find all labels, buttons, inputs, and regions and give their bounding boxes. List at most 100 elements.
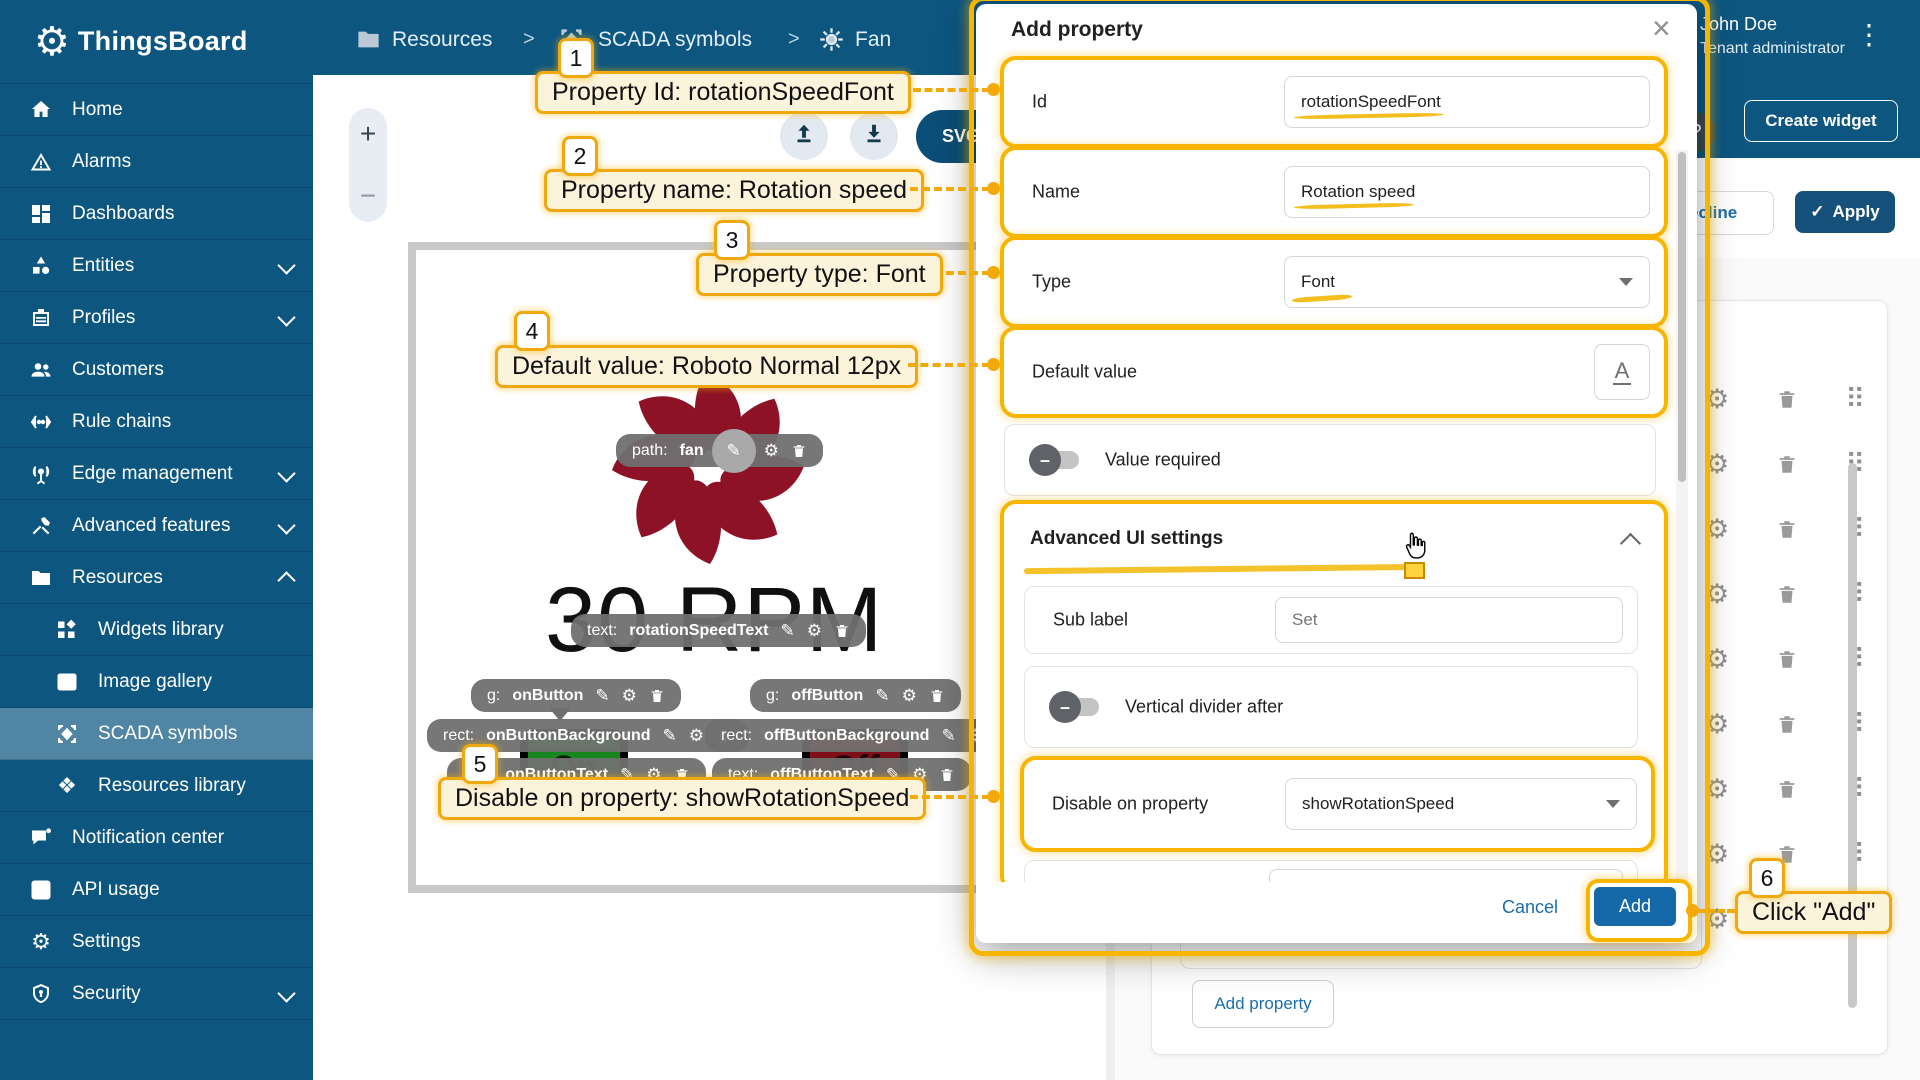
- toggle-knob: –: [1029, 444, 1061, 476]
- api-usage-icon: [28, 877, 54, 903]
- gear-icon[interactable]: ⚙: [1705, 581, 1729, 608]
- apply-button[interactable]: ✓ Apply: [1795, 191, 1895, 233]
- sidebar-item-widgets-library[interactable]: Widgets library: [0, 604, 313, 656]
- download-button[interactable]: [850, 112, 898, 160]
- callout-connector-6: [1698, 909, 1735, 913]
- vertical-divider-label: Vertical divider after: [1125, 697, 1283, 718]
- sidebar-item-notification-center[interactable]: Notification center: [0, 812, 313, 864]
- add-button[interactable]: Add: [1594, 887, 1676, 926]
- gear-icon[interactable]: ⚙: [1705, 711, 1729, 738]
- collapse-chevron-icon[interactable]: [1620, 533, 1641, 554]
- field-row-vertical-divider: – Vertical divider after: [1024, 666, 1638, 748]
- folder-icon: [28, 565, 54, 591]
- close-icon[interactable]: ×: [1652, 12, 1671, 44]
- sidebar-item-entities[interactable]: Entities: [0, 240, 313, 292]
- gear-icon[interactable]: ⚙: [1705, 841, 1729, 868]
- trash-icon[interactable]: [834, 622, 850, 640]
- font-format-icon: A: [1613, 359, 1632, 385]
- gear-icon[interactable]: ⚙: [1705, 646, 1729, 673]
- sidebar-item-customers[interactable]: Customers: [0, 344, 313, 396]
- sidebar-item-advanced-features[interactable]: Advanced features: [0, 500, 313, 552]
- gear-icon[interactable]: ⚙: [1705, 776, 1729, 803]
- edit-icon[interactable]: ✎: [595, 687, 609, 704]
- gear-icon[interactable]: ⚙: [807, 622, 822, 639]
- gear-icon[interactable]: ⚙: [1705, 451, 1729, 478]
- breadcrumb-separator: >: [523, 28, 535, 51]
- vertical-divider-toggle[interactable]: –: [1053, 698, 1099, 716]
- sidebar-item-api-usage[interactable]: API usage: [0, 864, 313, 916]
- value-required-toggle[interactable]: –: [1033, 451, 1079, 469]
- callout-dot-6: [1686, 904, 1699, 917]
- callout-label-5: Disable on property: showRotationSpeed: [438, 777, 926, 820]
- edit-icon[interactable]: ✎: [663, 727, 677, 744]
- sidebar-item-resources[interactable]: Resources: [0, 552, 313, 604]
- trash-icon[interactable]: [1776, 517, 1798, 542]
- thingsboard-logo[interactable]: ⚙ ThingsBoard: [0, 0, 313, 84]
- trash-icon[interactable]: [1776, 387, 1798, 412]
- security-icon: [28, 981, 54, 1007]
- zoom-out-button[interactable]: −: [360, 184, 376, 208]
- trash-icon[interactable]: [1776, 712, 1798, 737]
- edit-icon[interactable]: ✎: [941, 727, 955, 744]
- thingsboard-logo-icon: ⚙: [34, 22, 70, 62]
- font-format-button[interactable]: A: [1594, 344, 1650, 400]
- dialog-scrollbar-thumb[interactable]: [1678, 152, 1686, 482]
- gear-icon[interactable]: ⚙: [902, 687, 917, 704]
- alarms-icon: [28, 149, 54, 175]
- sidebar-item-resources-library[interactable]: ❖ Resources library: [0, 760, 313, 812]
- callout-connector-2: [910, 187, 990, 191]
- edit-icon[interactable]: ✎: [781, 622, 795, 639]
- trash-icon[interactable]: [649, 687, 665, 705]
- edit-icon[interactable]: ✎: [875, 687, 889, 704]
- gear-icon[interactable]: ⚙: [1705, 386, 1729, 413]
- property-row: ⚙⠿: [1705, 442, 1865, 486]
- callout-connector-4: [908, 363, 990, 367]
- breadcrumb-scada-symbols[interactable]: SCADA symbols: [598, 28, 752, 52]
- zoom-in-button[interactable]: +: [360, 122, 376, 146]
- sidebar-item-edge-management[interactable]: Edge management: [0, 448, 313, 500]
- sidebar-item-alarms[interactable]: Alarms: [0, 136, 313, 188]
- trash-icon[interactable]: [929, 687, 945, 705]
- gear-icon[interactable]: ⚙: [764, 442, 779, 459]
- sub-label-label: Sub label: [1053, 610, 1128, 631]
- trash-icon[interactable]: [1776, 777, 1798, 802]
- trash-icon[interactable]: [1776, 582, 1798, 607]
- folder-icon: [355, 26, 382, 58]
- gear-icon[interactable]: ⚙: [1705, 516, 1729, 543]
- drag-handle-icon[interactable]: ⠿: [1845, 384, 1865, 415]
- disable-on-property-select[interactable]: showRotationSpeed: [1285, 778, 1637, 830]
- type-select[interactable]: Font: [1284, 256, 1650, 308]
- annotation-marker: [1024, 564, 1424, 574]
- breadcrumb-resources[interactable]: Resources: [392, 28, 492, 52]
- sidebar-item-rule-chains[interactable]: Rule chains: [0, 396, 313, 448]
- id-input[interactable]: rotationSpeedFont: [1284, 76, 1650, 128]
- sidebar-item-image-gallery[interactable]: Image gallery: [0, 656, 313, 708]
- name-input[interactable]: Rotation speed: [1284, 166, 1650, 218]
- sub-label-input[interactable]: [1275, 597, 1623, 643]
- sidebar-item-home[interactable]: Home: [0, 84, 313, 136]
- sidebar-item-settings[interactable]: ⚙ Settings: [0, 916, 313, 968]
- sidebar-item-security[interactable]: Security: [0, 968, 313, 1020]
- sidebar-item-profiles[interactable]: Profiles: [0, 292, 313, 344]
- click-indicator: [1404, 562, 1425, 579]
- upload-button[interactable]: [780, 112, 828, 160]
- customers-icon: [28, 357, 54, 383]
- sidebar-item-scada-symbols[interactable]: SCADA symbols: [0, 708, 313, 760]
- gear-icon[interactable]: ⚙: [622, 687, 637, 704]
- sidebar-item-dashboards[interactable]: Dashboards: [0, 188, 313, 240]
- trash-icon[interactable]: [791, 442, 807, 460]
- gear-icon[interactable]: ⚙: [689, 727, 704, 744]
- settings-gear-icon: ⚙: [28, 929, 54, 955]
- edit-icon[interactable]: ✎: [712, 429, 756, 473]
- cancel-button[interactable]: Cancel: [1502, 897, 1558, 918]
- default-value-label: Default value: [1032, 362, 1137, 383]
- advanced-ui-settings-section: Advanced UI settings Sub label – Vertica…: [1000, 500, 1668, 892]
- create-widget-button[interactable]: Create widget: [1744, 100, 1898, 142]
- callout-connector-1: [913, 88, 990, 92]
- sidebar: ⚙ ThingsBoard Home Alarms Dashboards Ent…: [0, 0, 313, 1080]
- trash-icon[interactable]: [1776, 647, 1798, 672]
- add-property-button[interactable]: Add property: [1192, 980, 1334, 1028]
- trash-icon[interactable]: [939, 766, 955, 784]
- kebab-menu-icon[interactable]: ⋮: [1855, 18, 1883, 51]
- trash-icon[interactable]: [1776, 452, 1798, 477]
